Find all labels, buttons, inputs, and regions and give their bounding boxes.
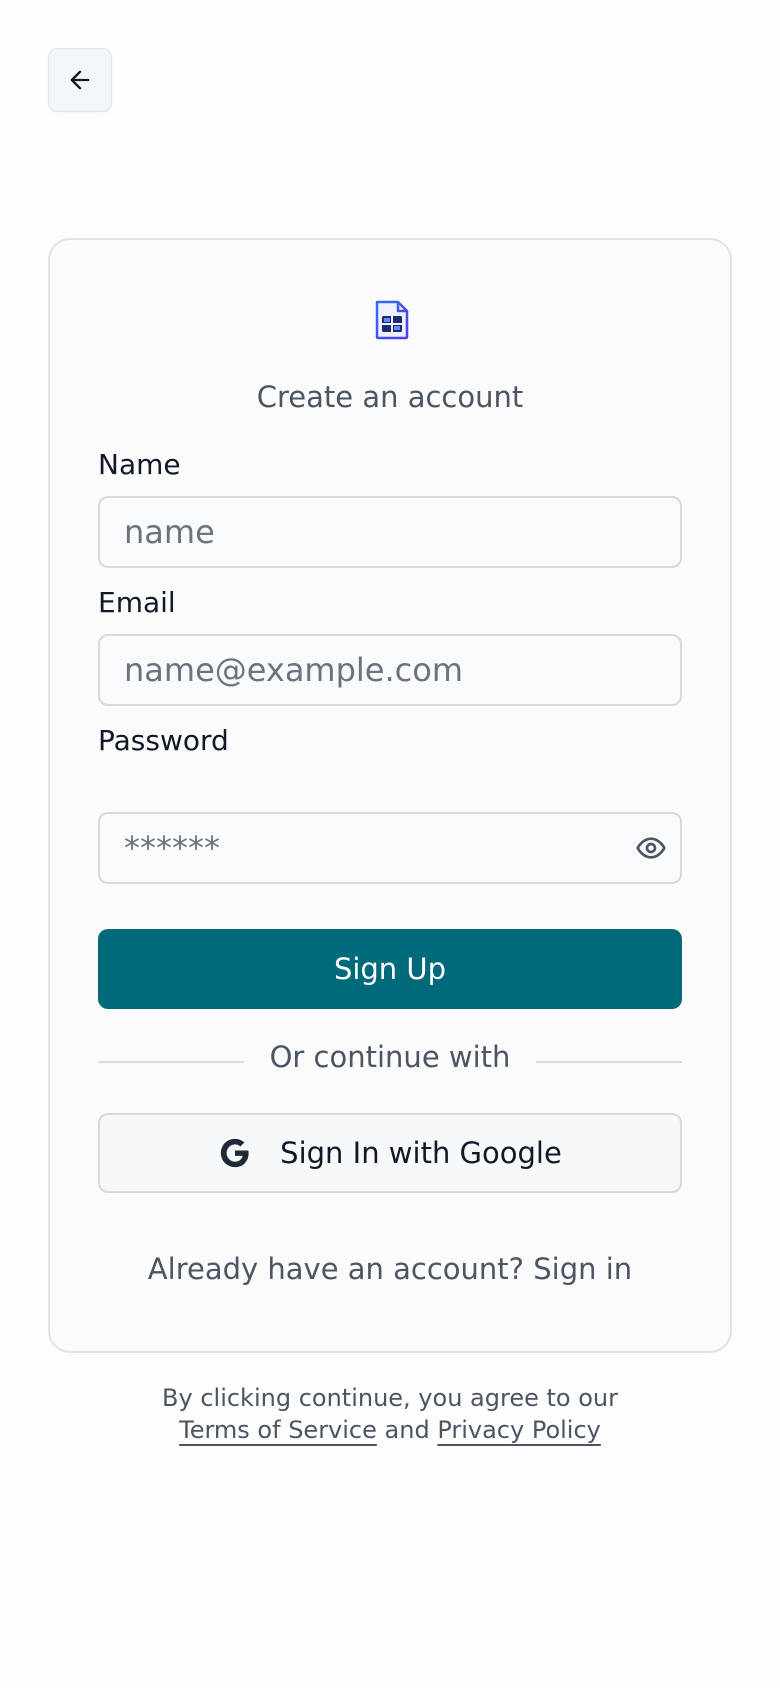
signup-page: Create an account Name Email Password Si… bbox=[0, 0, 780, 1688]
legal-footer: By clicking continue, you agree to our T… bbox=[0, 1382, 780, 1446]
name-input[interactable] bbox=[98, 496, 682, 568]
eye-icon bbox=[636, 837, 666, 859]
privacy-policy-link[interactable]: Privacy Policy bbox=[437, 1416, 601, 1444]
show-password-button[interactable] bbox=[633, 830, 669, 866]
sign-up-button[interactable]: Sign Up bbox=[98, 929, 682, 1009]
legal-links-row: Terms of Service and Privacy Policy bbox=[0, 1414, 780, 1446]
sign-in-link[interactable]: Already have an account? Sign in bbox=[50, 1252, 730, 1286]
spreadsheet-document-icon bbox=[375, 300, 409, 340]
email-label: Email bbox=[98, 586, 176, 619]
google-sign-in-label: Sign In with Google bbox=[280, 1136, 562, 1170]
form-subtitle: Create an account bbox=[256, 380, 524, 414]
signup-card: Create an account Name Email Password Si… bbox=[48, 238, 732, 1353]
terms-of-service-link[interactable]: Terms of Service bbox=[179, 1416, 377, 1444]
google-sign-in-button[interactable]: Sign In with Google bbox=[98, 1113, 682, 1193]
divider-text: Or continue with bbox=[269, 1040, 511, 1074]
password-label: Password bbox=[98, 724, 229, 757]
legal-and-text: and bbox=[384, 1416, 438, 1444]
password-input[interactable] bbox=[98, 812, 682, 884]
back-button[interactable] bbox=[48, 48, 112, 112]
legal-text: By clicking continue, you agree to our bbox=[162, 1384, 618, 1412]
arrow-left-icon bbox=[70, 70, 90, 90]
google-icon bbox=[221, 1138, 249, 1168]
divider-right bbox=[536, 1061, 682, 1063]
email-input[interactable] bbox=[98, 634, 682, 706]
name-label: Name bbox=[98, 448, 181, 481]
